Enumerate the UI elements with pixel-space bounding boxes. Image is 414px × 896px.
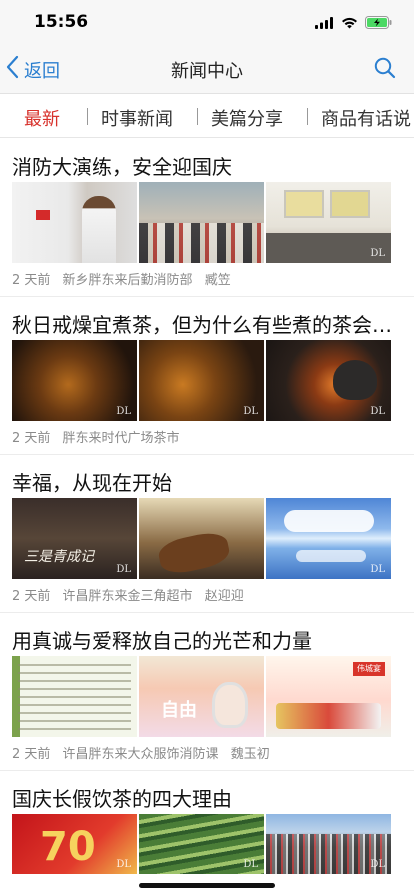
thumbnail-image: 伟城宴 [266,656,391,737]
tab-meipian-share[interactable]: 美篇分享 [211,105,283,131]
tab-divider [197,108,198,125]
thumbnail-image: 三是青成记 DL [12,498,137,579]
tab-divider [87,108,88,125]
letter-text-shape [18,664,131,730]
news-source: 许昌胖东来大众服饰消防课 [62,747,219,762]
news-title[interactable]: 消防大演练，安全迎国庆 [12,151,404,180]
thumbnail-image: 70 DL [12,814,137,874]
anniversary-number: 70 [40,824,96,870]
portrait-shape [212,682,248,728]
board-shape [284,190,324,218]
watermark-logo: DL [370,406,385,417]
news-author: 魏玉初 [230,747,270,762]
thumbnail-image [139,182,264,263]
news-author: 赵迎迎 [204,589,244,604]
news-item[interactable]: 用真诚与爱释放自己的光芒和力量 自由 伟城宴 2 天前 许昌胖东来大众服饰消防课… [0,613,414,771]
status-icons [315,14,392,33]
thumbnail-image [139,498,264,579]
wifi-icon [341,14,358,33]
cloud-shape [296,550,366,562]
news-source: 新乡胖东来后勤消防部 [62,273,193,288]
signal-icon [315,14,334,33]
watermark-logo: DL [370,248,385,259]
news-thumbnails: 70 DL DL DL [12,814,392,874]
news-time: 2 天前 [12,273,51,288]
news-meta: 2 天前 许昌胖东来金三角超市 赵迎迎 [12,585,252,604]
person-shape [82,196,116,263]
category-tabs: 最新 时事新闻 美篇分享 商品有话说 [0,94,414,138]
teapot-shape [333,360,377,400]
fire-extinguisher-shape [36,210,50,220]
page-title: 新闻中心 [171,61,243,82]
news-feed: 消防大演练，安全迎国庆 DL 2 天前 新乡胖东来后勤消防部 臧笠 秋日戒燥宜煮… [0,139,414,874]
tab-product-talk[interactable]: 商品有话说 [321,105,411,131]
crowd-shape [139,223,264,263]
board-shape [330,190,370,218]
cloud-shape [284,510,374,532]
thumbnail-image: DL [266,182,391,263]
news-title[interactable]: 国庆长假饮茶的四大理由 [12,783,404,812]
guitar-shape [156,529,232,577]
thumbnail-image: DL [266,340,391,421]
thumbnail-image: DL [139,814,264,874]
banner-tag: 伟城宴 [353,662,385,676]
thumbnail-image: DL [12,340,137,421]
tab-latest[interactable]: 最新 [24,105,60,131]
watermark-logo: DL [370,859,385,870]
news-item[interactable]: 国庆长假饮茶的四大理由 70 DL DL DL [0,771,414,874]
news-title[interactable]: 幸福，从现在开始 [12,467,404,496]
thumbnail-image: DL [139,340,264,421]
watermark-logo: DL [116,859,131,870]
news-meta: 2 天前 许昌胖东来大众服饰消防课 魏玉初 [12,743,278,762]
news-item[interactable]: 秋日戒燥宜煮茶，但为什么有些煮的茶会苦涩？ DL DL DL 2 天前 胖东来时… [0,297,414,455]
poster-text: 自由 [161,700,197,721]
thumbnail-image: 自由 [139,656,264,737]
vehicle-shape [276,703,381,729]
thumbnail-image [12,182,137,263]
thumbnail-image: DL [266,498,391,579]
thumbnail-image: DL [266,814,391,874]
status-bar: 15:56 [0,0,414,44]
news-thumbnails: 自由 伟城宴 [12,656,392,737]
tab-divider [307,108,308,125]
watermark-logo: DL [243,859,258,870]
news-meta: 2 天前 新乡胖东来后勤消防部 臧笠 [12,269,239,288]
watermark-logo: DL [370,564,385,575]
news-item[interactable]: 消防大演练，安全迎国庆 DL 2 天前 新乡胖东来后勤消防部 臧笠 [0,139,414,297]
tab-current-affairs[interactable]: 时事新闻 [101,105,173,131]
news-time: 2 天前 [12,747,51,762]
watermark-logo: DL [116,564,131,575]
news-title[interactable]: 用真诚与爱释放自己的光芒和力量 [12,625,404,654]
search-icon [374,57,396,83]
movie-title-art: 三是青成记 [24,549,94,565]
news-thumbnails: 三是青成记 DL DL [12,498,392,579]
news-item[interactable]: 幸福，从现在开始 三是青成记 DL DL 2 天前 许昌胖东来金三角超市 赵迎迎 [0,455,414,613]
news-thumbnails: DL [12,182,392,263]
watermark-logo: DL [243,406,258,417]
status-time: 15:56 [34,12,89,32]
news-time: 2 天前 [12,431,51,446]
thumbnail-image [12,656,137,737]
news-source: 胖东来时代广场茶市 [62,431,180,446]
news-time: 2 天前 [12,589,51,604]
search-button[interactable] [374,57,396,83]
home-indicator[interactable] [139,883,275,888]
news-title[interactable]: 秋日戒燥宜煮茶，但为什么有些煮的茶会苦涩？ [12,309,404,338]
news-author: 臧笠 [204,273,231,288]
watermark-logo: DL [116,406,131,417]
news-source: 许昌胖东来金三角超市 [62,589,193,604]
news-thumbnails: DL DL DL [12,340,392,421]
news-meta: 2 天前 胖东来时代广场茶市 [12,427,188,446]
nav-bar: 返回 新闻中心 [0,44,414,94]
battery-charging-icon [365,14,392,33]
